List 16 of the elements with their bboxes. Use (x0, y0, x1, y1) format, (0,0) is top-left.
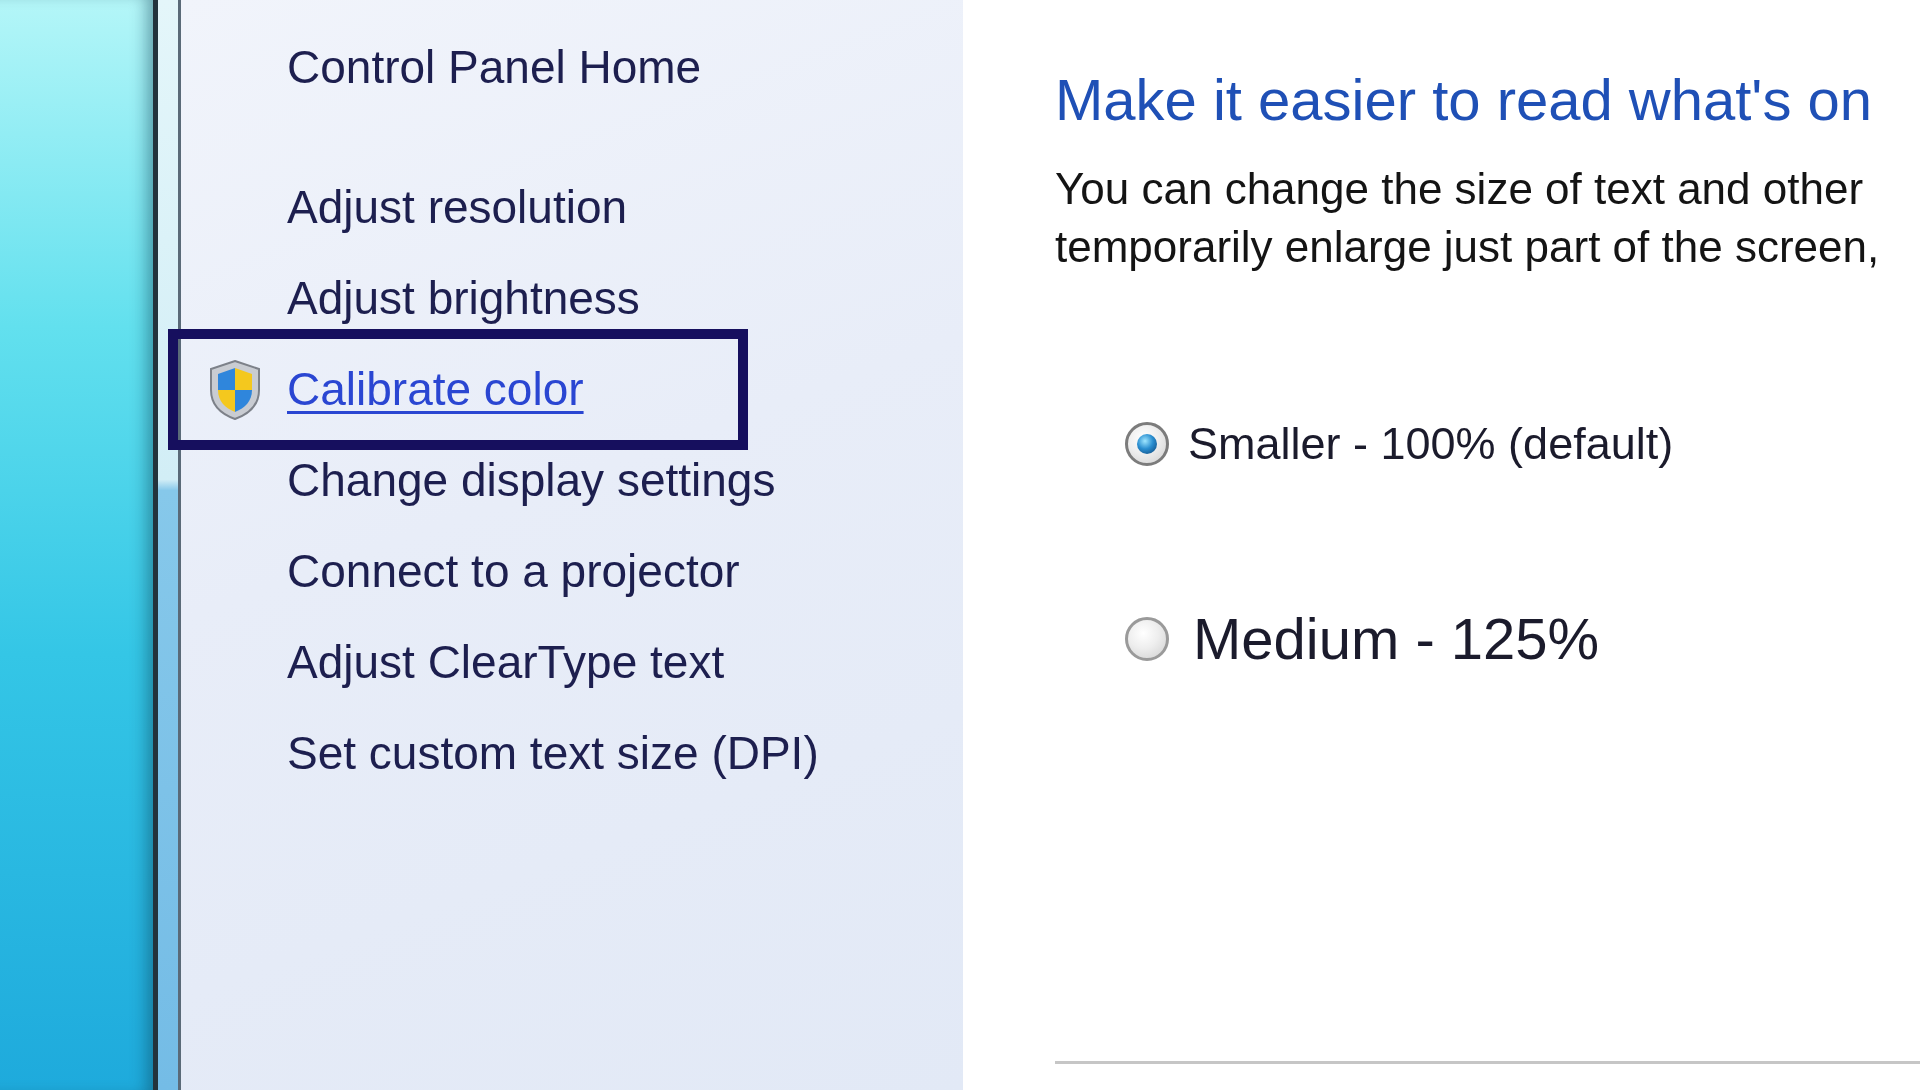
description-text: You can change the size of text and other (1055, 163, 1864, 215)
page-heading: Make it easier to read what's on (1055, 66, 1873, 134)
radio-label[interactable]: Smaller - 100% (default) (1188, 417, 1674, 471)
radio-button[interactable] (1125, 422, 1169, 466)
sidebar-link[interactable]: Change display settings (287, 452, 776, 509)
sidebar-link[interactable]: Adjust resolution (287, 179, 628, 236)
sidebar-link[interactable]: Control Panel Home (287, 39, 702, 96)
sidebar-link[interactable]: Connect to a projector (287, 543, 740, 600)
sidebar-link[interactable]: Adjust brightness (287, 270, 640, 327)
shield-icon (208, 359, 262, 420)
radio-label[interactable]: Medium - 125% (1193, 604, 1600, 674)
sidebar-link[interactable]: Adjust ClearType text (287, 634, 725, 691)
sidebar-link[interactable]: Calibrate color (287, 361, 584, 418)
description-text: temporarily enlarge just part of the screen, (1055, 221, 1880, 273)
sidebar-link[interactable]: Set custom text size (DPI) (287, 725, 819, 782)
radio-button[interactable] (1125, 617, 1169, 661)
